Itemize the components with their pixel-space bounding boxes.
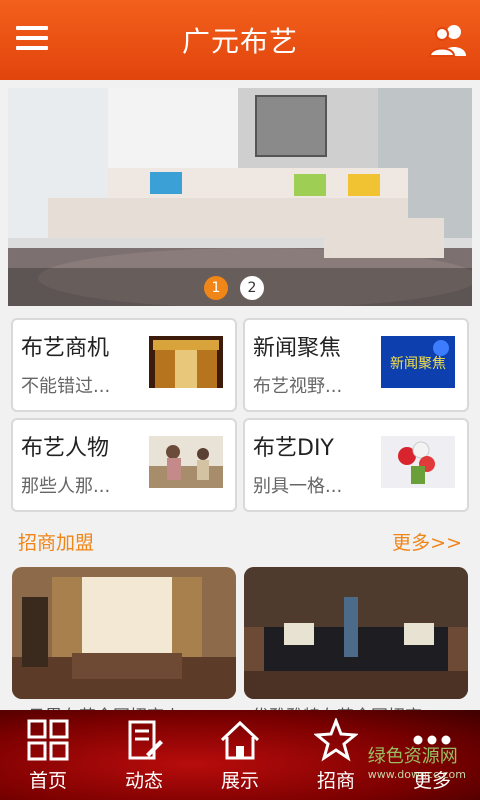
watermark-url: www.downcc.com	[367, 768, 466, 781]
banner-slider[interactable]: 1 2	[8, 88, 472, 306]
card-title: 布艺商机	[21, 336, 110, 361]
page-title: 广元布艺	[181, 25, 298, 58]
card-title: 新闻聚焦	[253, 336, 342, 361]
users-icon[interactable]	[428, 22, 468, 58]
page-dot-2[interactable]: 2	[240, 276, 264, 300]
page-dot-1[interactable]: 1	[204, 276, 228, 300]
banner-pagination: 1 2	[204, 276, 264, 300]
card-subtitle: 不能错过...	[21, 376, 111, 397]
document-edit-icon	[128, 720, 163, 760]
people-thumbnail	[149, 436, 223, 488]
card-subtitle: 布艺视野...	[253, 376, 343, 397]
app-header: 广元布艺	[0, 0, 480, 80]
card-subtitle: 那些人那...	[21, 476, 111, 497]
grid-icon	[27, 719, 69, 761]
home-icon	[220, 720, 260, 760]
card-subtitle: 别具一格...	[253, 476, 343, 497]
banner-image	[8, 88, 472, 306]
watermark-text: 绿色资源网	[367, 746, 458, 767]
card-diy[interactable]: 布艺DIY 别具一格...	[243, 418, 469, 512]
nav-label: 首页	[28, 770, 67, 792]
star-icon	[314, 718, 358, 762]
product-image	[244, 567, 468, 699]
card-people[interactable]: 布艺人物 那些人那...	[11, 418, 237, 512]
card-title: 布艺DIY	[253, 436, 334, 461]
watermark: 绿色资源网 www.downcc.com	[368, 742, 466, 781]
diy-thumbnail	[381, 436, 455, 488]
section-title: 招商加盟	[18, 532, 95, 554]
menu-icon[interactable]	[16, 26, 48, 54]
news-thumbnail: 新闻聚焦	[381, 336, 455, 388]
product-tile[interactable]	[12, 567, 236, 699]
curtain-thumbnail	[149, 336, 223, 388]
product-tile[interactable]	[244, 567, 468, 699]
card-title: 布艺人物	[21, 436, 110, 461]
more-link[interactable]: 更多>>	[392, 528, 462, 555]
svg-text:新闻聚焦: 新闻聚焦	[390, 356, 446, 372]
nav-news[interactable]: 动态	[96, 710, 192, 800]
product-image	[12, 567, 236, 699]
nav-showcase[interactable]: 展示	[192, 710, 288, 800]
card-news-focus[interactable]: 新闻聚焦 布艺视野... 新闻聚焦	[243, 318, 469, 412]
nav-label: 动态	[124, 770, 163, 792]
nav-label: 展示	[220, 770, 259, 792]
nav-home[interactable]: 首页	[0, 710, 96, 800]
card-business-opportunity[interactable]: 布艺商机 不能错过...	[11, 318, 237, 412]
